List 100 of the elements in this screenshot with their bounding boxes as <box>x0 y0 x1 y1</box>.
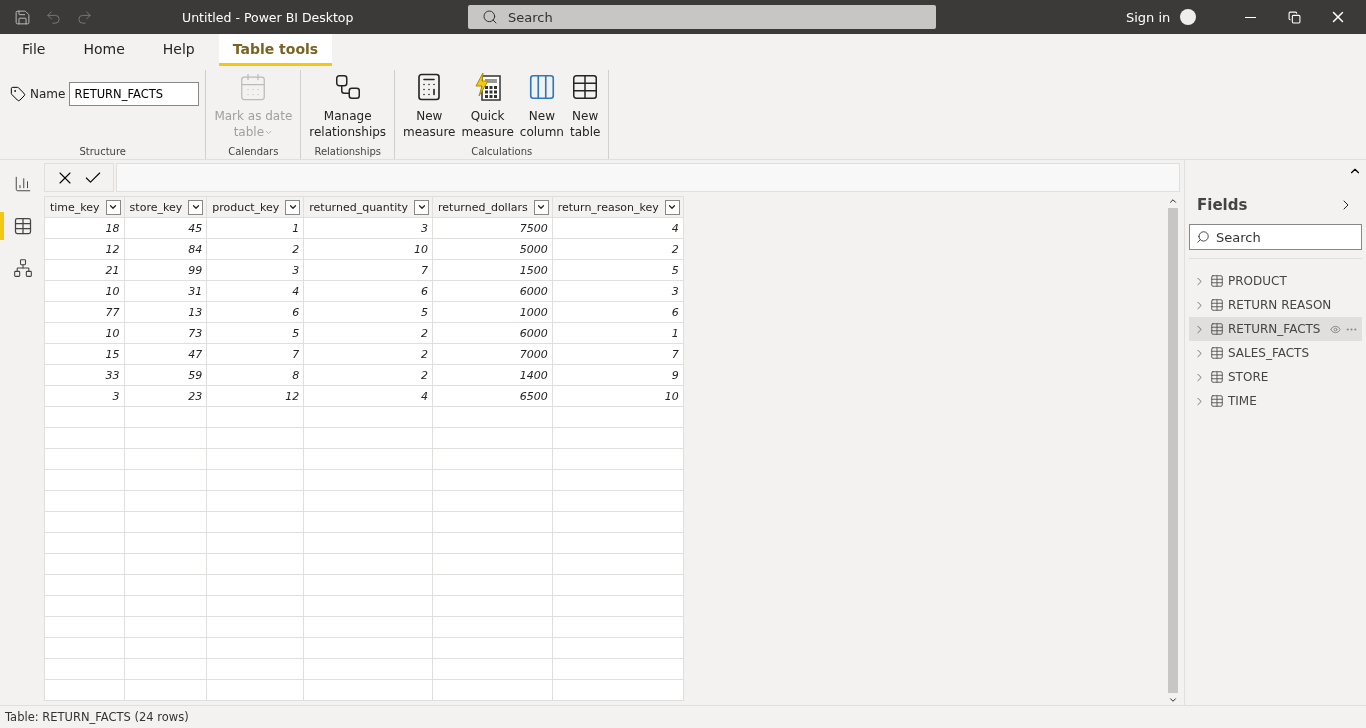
vertical-scrollbar[interactable] <box>1166 196 1180 705</box>
field-table-label: RETURN_FACTS <box>1228 322 1322 336</box>
table-cell: 45 <box>124 217 207 239</box>
table-cell: 12 <box>206 385 304 407</box>
table-cell: 4 <box>206 280 304 302</box>
table-cell: 6 <box>206 301 304 323</box>
field-table-item[interactable]: SALES_FACTS <box>1189 341 1362 365</box>
filter-button[interactable] <box>285 199 301 215</box>
table-cell: 6000 <box>432 322 553 344</box>
table-cell: 31 <box>124 280 207 302</box>
table-icon <box>13 216 33 236</box>
name-input-field[interactable]: RETURN_FACTS <box>69 82 200 106</box>
table-cell: 7000 <box>432 343 553 365</box>
restore-icon <box>1287 10 1301 24</box>
ribbon-button[interactable]: New measure <box>401 70 458 142</box>
table-cell: 13 <box>124 301 207 323</box>
scroll-up-icon[interactable] <box>1168 196 1178 206</box>
filter-button[interactable] <box>414 199 429 215</box>
table-icon <box>1210 370 1224 384</box>
table-cell: 4 <box>303 385 433 407</box>
table-cell: 1000 <box>432 301 553 323</box>
table-cell: 3 <box>44 385 125 407</box>
table-cell: 18 <box>44 217 125 239</box>
table-cell: 7500 <box>432 217 553 239</box>
menu-tab[interactable]: Table tools <box>218 34 333 66</box>
table-cell: 12 <box>44 238 125 260</box>
menu-tab[interactable]: Home <box>69 34 139 66</box>
table-cell: 21 <box>44 259 125 281</box>
caret-icon <box>667 202 678 212</box>
table-cell: 15 <box>44 343 125 365</box>
field-table-label: TIME <box>1228 394 1258 408</box>
filter-button[interactable] <box>105 199 121 215</box>
column-header[interactable]: product_key <box>206 196 304 218</box>
field-table-item[interactable]: STORE <box>1189 365 1362 389</box>
table-icon <box>1210 322 1224 336</box>
table-cell: 7 <box>206 343 304 365</box>
table-cell: 6 <box>303 280 433 302</box>
table-cell: 77 <box>44 301 125 323</box>
table-cell: 6500 <box>432 385 553 407</box>
filter-button[interactable] <box>533 199 549 215</box>
table-cell: 59 <box>124 364 207 386</box>
search-field[interactable]: Search <box>468 5 936 29</box>
sign-in-link[interactable]: Sign in <box>1126 9 1171 25</box>
field-table-item[interactable]: RETURN REASON <box>1189 293 1362 317</box>
field-table-item[interactable]: PRODUCT <box>1189 269 1362 293</box>
table-cell: 1 <box>206 217 304 239</box>
table-cell: 3 <box>552 280 684 302</box>
filter-button[interactable] <box>664 199 680 215</box>
table-cell: 73 <box>124 322 207 344</box>
table-icon <box>1210 394 1224 408</box>
column-header[interactable]: returned_quantity <box>303 196 433 218</box>
menu-tab[interactable]: Help <box>148 34 209 66</box>
field-table-label: STORE <box>1228 370 1270 384</box>
table-cell: 5000 <box>432 238 553 260</box>
filter-button[interactable] <box>188 199 204 215</box>
avatar-circle[interactable] <box>1180 9 1197 25</box>
fields-title: Fields <box>1197 196 1248 214</box>
calculator-lightning-icon <box>472 72 503 102</box>
table-cell: 6000 <box>432 280 553 302</box>
table-icon <box>1210 346 1224 360</box>
table-cell: 3 <box>206 259 304 281</box>
table-cell: 7 <box>303 259 433 281</box>
group-label: Relationships <box>313 146 382 159</box>
tag-icon <box>10 86 26 102</box>
table-cell: 84 <box>124 238 207 260</box>
column-header[interactable]: returned_dollars <box>432 196 553 218</box>
formula-bar-field[interactable] <box>116 163 1180 192</box>
column-header[interactable]: time_key <box>44 196 125 218</box>
group-label: Calculations <box>470 146 534 159</box>
table-icon <box>1210 274 1224 288</box>
table-cell: 9 <box>552 364 684 386</box>
minimize-icon <box>1244 16 1256 18</box>
ribbon-button[interactable]: Quick measure <box>459 70 516 142</box>
search-icon <box>1196 230 1210 244</box>
ribbon-button[interactable]: New table <box>567 70 603 142</box>
field-table-label: PRODUCT <box>1228 274 1288 288</box>
table-cell: 47 <box>124 343 207 365</box>
scroll-down-icon[interactable] <box>1168 695 1178 705</box>
table-cell: 1400 <box>432 364 553 386</box>
search-placeholder: Search <box>1216 229 1261 245</box>
bar-chart-icon <box>14 175 32 193</box>
table-cell: 5 <box>206 322 304 344</box>
field-table-item[interactable]: TIME <box>1189 389 1362 413</box>
column-header[interactable]: return_reason_key <box>552 196 684 218</box>
field-table-label: SALES_FACTS <box>1228 346 1311 360</box>
table-cell: 7 <box>552 343 684 365</box>
table-cell: 2 <box>206 238 304 260</box>
status-bar: Table: RETURN_FACTS (24 rows) <box>0 705 1366 728</box>
table-cell: 3 <box>303 217 433 239</box>
ribbon-button[interactable]: New column <box>517 70 566 142</box>
field-table-label: RETURN REASON <box>1228 298 1333 312</box>
ribbon-button[interactable]: Manage relationships <box>307 70 389 142</box>
table-cell: 1 <box>552 322 684 344</box>
menu-tab[interactable]: File <box>8 34 60 66</box>
table-cell: 10 <box>552 385 684 407</box>
table-cell: 5 <box>552 259 684 281</box>
fields-search-field[interactable]: Search <box>1189 224 1362 250</box>
table-icon <box>1210 298 1224 312</box>
column-header[interactable]: store_key <box>124 196 207 218</box>
caret-icon <box>536 202 547 212</box>
